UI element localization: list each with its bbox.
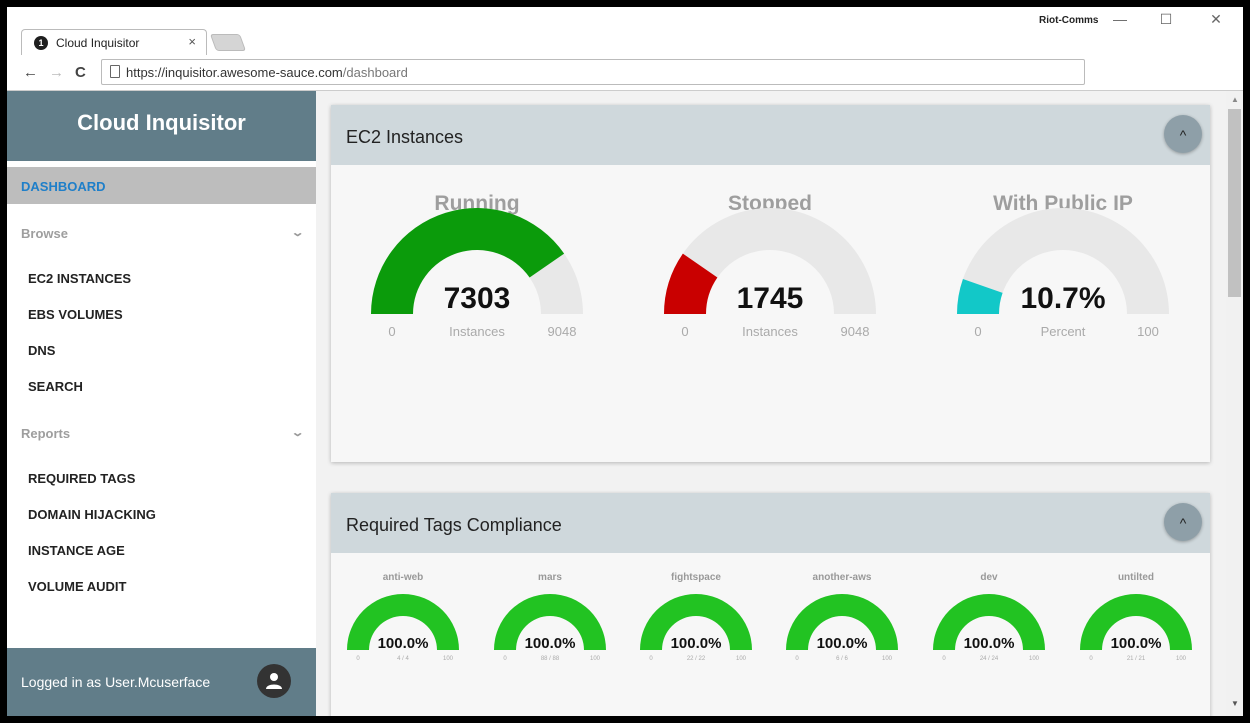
tag-label-dev: 24 / 24 <box>980 656 999 662</box>
tab-close-icon[interactable]: × <box>188 34 196 49</box>
tags-gauges: anti-web 100.0% 4 / 4 0 100 mars 100.0% 88 / 88… <box>347 572 1192 662</box>
tag-value-fightspace: 100.0% <box>671 635 722 652</box>
gauge-max-running: 9048 <box>548 324 577 339</box>
url-text: https://inquisitor.awesome-sauce.com/das… <box>126 65 408 80</box>
back-arrow-icon[interactable]: ← <box>23 64 38 81</box>
forward-arrow-icon[interactable]: → <box>49 64 64 81</box>
tag-max-another-aws: 100 <box>882 656 893 662</box>
tag-min-mars: 0 <box>503 656 507 662</box>
tag-label-another-aws: 6 / 6 <box>836 656 848 662</box>
gauge-min-with-public-ip: 0 <box>974 324 981 339</box>
tag-title-mars: mars <box>538 572 562 583</box>
tag-min-fightspace: 0 <box>649 656 653 662</box>
sidebar-item-ebs-volumes[interactable]: EBS VOLUMES <box>7 296 316 332</box>
tag-max-dev: 100 <box>1029 656 1040 662</box>
tag-title-another-aws: another-aws <box>813 572 872 583</box>
gauge-value-running: 7303 <box>444 282 511 315</box>
tag-value-mars: 100.0% <box>525 635 576 652</box>
url-host: https://inquisitor.awesome-sauce.com <box>126 65 343 80</box>
scrollbar[interactable]: ▲ ▼ <box>1226 91 1243 716</box>
tag-label-fightspace: 22 / 22 <box>687 656 706 662</box>
tag-title-anti-web: anti-web <box>383 572 424 583</box>
tab-title: Cloud Inquisitor <box>56 36 140 50</box>
tag-title-untilted: untilted <box>1118 572 1154 583</box>
logged-in-text: Logged in as User.Mcuserface <box>21 674 211 690</box>
ec2-gauges: Running7303Instances0 9048Stopped1745Inst… <box>371 192 1169 339</box>
browser-window: 1 Cloud Inquisitor × Riot-Comms — ☐ ✕ ← … <box>7 7 1243 716</box>
ec2-instances-card: EC2 Instances ^ Running 7303 Instances 0 904… <box>331 105 1210 462</box>
reload-icon[interactable]: C <box>75 64 86 81</box>
tag-min-anti-web: 0 <box>356 656 360 662</box>
collapse-button[interactable]: ^ <box>1164 115 1202 153</box>
gauge-min-stopped: 0 <box>681 324 688 339</box>
gauge-label-stopped: Instances <box>742 324 798 339</box>
tag-value-untilted: 100.0% <box>1111 635 1162 652</box>
url-path: /dashboard <box>342 65 408 80</box>
section-label-reports: Reports <box>21 426 71 441</box>
sidebar-section-browse[interactable]: Browse ⌄ <box>7 204 316 260</box>
tag-value-anti-web: 100.0% <box>378 635 429 652</box>
sidebar: Cloud Inquisitor DASHBOARD Browse ⌄ EC2 … <box>7 91 316 716</box>
sidebar-section-reports[interactable]: Reports ⌄ <box>7 404 316 460</box>
tag-max-mars: 100 <box>590 656 601 662</box>
title-bar: 1 Cloud Inquisitor × Riot-Comms — ☐ ✕ <box>7 7 1243 55</box>
tag-min-another-aws: 0 <box>795 656 799 662</box>
page-icon <box>110 65 120 78</box>
tag-max-untilted: 100 <box>1176 656 1187 662</box>
tag-max-anti-web: 100 <box>443 656 454 662</box>
close-window-icon[interactable]: ✕ <box>1201 11 1231 28</box>
sidebar-item-ec2-instances[interactable]: EC2 INSTANCES <box>7 260 316 296</box>
sidebar-item-instance-age[interactable]: INSTANCE AGE <box>7 532 316 568</box>
chevron-down-icon: ⌄ <box>290 227 305 239</box>
sidebar-item-dashboard[interactable]: DASHBOARD <box>7 167 316 204</box>
tag-label-anti-web: 4 / 4 <box>397 656 409 662</box>
tag-value-another-aws: 100.0% <box>817 635 868 652</box>
gauge-max-stopped: 9048 <box>841 324 870 339</box>
tag-label-mars: 88 / 88 <box>541 656 560 662</box>
browser-toolbar: ← → C https://inquisitor.awesome-sauce.c… <box>7 55 1243 91</box>
collapse-button[interactable]: ^ <box>1164 503 1202 541</box>
new-tab-button[interactable] <box>209 34 247 51</box>
sidebar-item-dns[interactable]: DNS <box>7 332 316 368</box>
scroll-up-icon[interactable]: ▲ <box>1231 95 1239 104</box>
tag-title-dev: dev <box>980 572 998 583</box>
address-bar[interactable]: https://inquisitor.awesome-sauce.com/das… <box>101 59 1085 85</box>
tag-title-fightspace: fightspace <box>671 572 721 583</box>
user-icon <box>266 673 282 689</box>
gauge-value-with-public-ip: 10.7% <box>1020 282 1105 315</box>
browser-tab[interactable]: 1 Cloud Inquisitor × <box>21 29 207 55</box>
section-label-browse: Browse <box>21 226 68 241</box>
tags-card-title: Required Tags Compliance <box>346 515 562 535</box>
tag-min-dev: 0 <box>942 656 946 662</box>
sidebar-item-domain-hijacking[interactable]: DOMAIN HIJACKING <box>7 496 316 532</box>
gauge-max-with-public-ip: 100 <box>1137 324 1159 339</box>
minimize-icon[interactable]: — <box>1105 11 1135 27</box>
tag-value-dev: 100.0% <box>964 635 1015 652</box>
chevron-down-icon: ⌄ <box>290 427 305 439</box>
brand-title[interactable]: Cloud Inquisitor <box>7 91 316 161</box>
gauge-label-running: Instances <box>449 324 505 339</box>
scroll-thumb[interactable] <box>1228 109 1241 297</box>
scroll-down-icon[interactable]: ▼ <box>1231 699 1239 708</box>
sidebar-item-search[interactable]: SEARCH <box>7 368 316 404</box>
tab-favicon-icon: 1 <box>34 36 48 50</box>
gauge-value-stopped: 1745 <box>737 282 804 315</box>
tag-max-fightspace: 100 <box>736 656 747 662</box>
tags-card-header: Required Tags Compliance ^ <box>331 493 1210 553</box>
sidebar-footer: Logged in as User.Mcuserface <box>7 648 316 716</box>
tag-label-untilted: 21 / 21 <box>1127 656 1146 662</box>
sidebar-item-required-tags[interactable]: REQUIRED TAGS <box>7 460 316 496</box>
sidebar-item-volume-audit[interactable]: VOLUME AUDIT <box>7 568 316 604</box>
gauge-label-with-public-ip: Percent <box>1041 324 1086 339</box>
ec2-card-header: EC2 Instances ^ <box>331 105 1210 165</box>
gauge-min-running: 0 <box>388 324 395 339</box>
avatar[interactable] <box>257 664 291 698</box>
tag-min-untilted: 0 <box>1089 656 1093 662</box>
maximize-icon[interactable]: ☐ <box>1151 11 1181 28</box>
ec2-card-title: EC2 Instances <box>346 127 464 147</box>
profile-name[interactable]: Riot-Comms <box>1039 15 1098 26</box>
required-tags-card: Required Tags Compliance ^ anti-web 100.0… <box>331 493 1210 716</box>
page-content: Cloud Inquisitor DASHBOARD Browse ⌄ EC2 … <box>7 91 1243 716</box>
